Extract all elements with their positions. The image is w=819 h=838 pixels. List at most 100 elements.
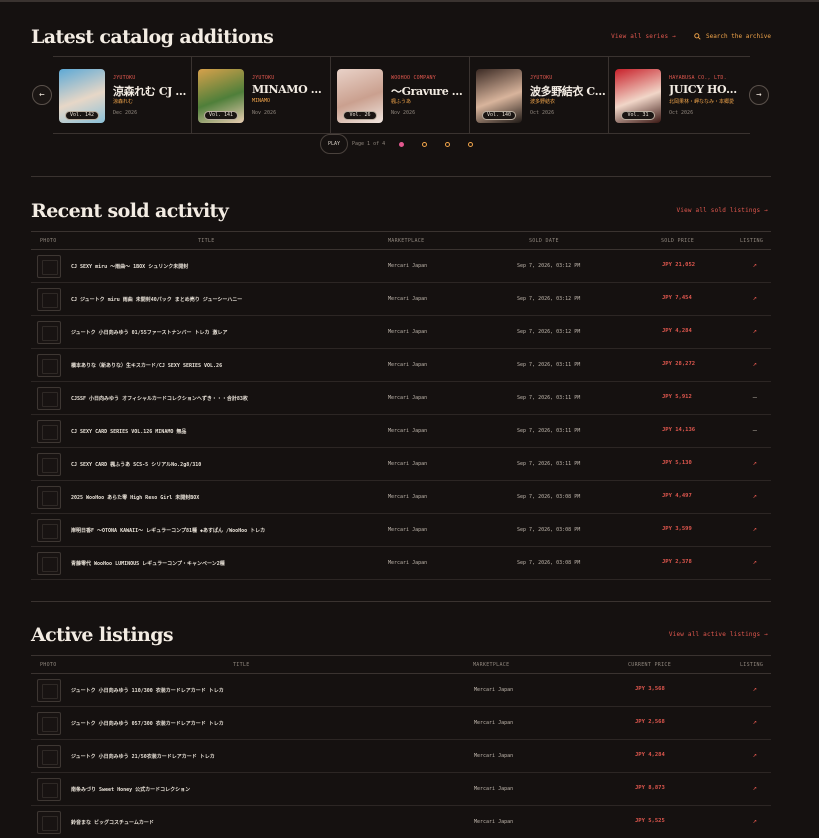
- col-marketplace: MARKETPLACE: [473, 662, 510, 668]
- item-current-price: JPY 2,568: [635, 719, 665, 725]
- card-date: Nov 2026: [252, 110, 277, 116]
- item-title: ジュートク 小日向みゆう 057/300 衣装カードレアカード トレカ: [71, 721, 224, 727]
- table-row: 橋本ありな（新ありな）生キスカード/CJ SEXY SERIES VOL.26 M…: [31, 349, 771, 382]
- catalog-next-button[interactable]: →: [749, 85, 769, 105]
- catalog-card[interactable]: Vol. 142 JYUTOKU 涼森れむ CJ SEXY涼森れむ Dec 2026: [53, 57, 192, 133]
- card-brand: JYUTOKU: [113, 75, 136, 81]
- page-dot-4[interactable]: [468, 141, 474, 147]
- col-title: TITLE: [233, 662, 250, 668]
- card-subtitle: 波多野結衣: [530, 99, 556, 105]
- item-sold-price: JPY 4,284: [662, 328, 692, 334]
- sold-table-header: PHOTO TITLE MARKETPLACE SOLD DATE SOLD P…: [31, 231, 771, 250]
- table-row: ジュートク 小日向みゆう 01/55ファーストナンバー トレカ 激レア Merca…: [31, 316, 771, 349]
- page-dot-2[interactable]: [422, 141, 428, 147]
- item-sold-date: Sep 7, 2026, 03:12 PM: [517, 296, 581, 302]
- catalog-card[interactable]: Vol. 140 JYUTOKU 波多野結衣 CJ SEXY波多野結衣 Oct 202…: [470, 57, 609, 133]
- col-marketplace: MARKETPLACE: [388, 238, 425, 244]
- carousel-pager: PLAY Page 1 of 4: [320, 134, 474, 154]
- card-date: Nov 2026: [391, 110, 416, 116]
- external-link-icon[interactable]: ↗: [753, 294, 757, 302]
- item-title: 岸明日香F 〜OTONA KAWAII〜 レギュラーコンプ81種 ◆あすぱん /…: [71, 528, 266, 534]
- section-divider: [31, 601, 771, 602]
- volume-badge: Vol. 142: [65, 111, 99, 120]
- col-title: TITLE: [198, 238, 215, 244]
- table-row: CJ SEXY CARD SERIES VOL.126 MINAMO 無品 Mer…: [31, 415, 771, 448]
- photo-placeholder: [37, 552, 61, 575]
- page-dot-1[interactable]: [399, 141, 405, 147]
- table-row: CJ ジュートク miru 雨曲 未開封40パック まとめ売り ジューシーハニー…: [31, 283, 771, 316]
- catalog-carousel: Vol. 142JYUTOKU涼森れむ CJ SEXY涼森れむDec 2026V…: [53, 56, 750, 134]
- item-marketplace: Mercari Japan: [388, 461, 428, 467]
- external-link-icon[interactable]: ↗: [753, 360, 757, 368]
- volume-badge: Vol. 31: [621, 111, 655, 120]
- item-sold-date: Sep 7, 2026, 03:12 PM: [517, 329, 581, 335]
- item-title: 2025 WooHoo あらた零 High Reso Girl 未開封BOX: [71, 495, 200, 501]
- item-marketplace: Mercari Japan: [388, 329, 428, 335]
- volume-badge: Vol. 26: [343, 111, 377, 120]
- arrow-right-icon: →: [756, 90, 762, 100]
- item-title: ジュートク 小日向みゆう 110/300 衣装カードレアカード トレカ: [71, 688, 224, 694]
- item-sold-price: JPY 4,497: [662, 493, 692, 499]
- item-sold-date: Sep 7, 2026, 03:08 PM: [517, 527, 581, 533]
- view-all-series-link[interactable]: View all series →: [611, 33, 676, 40]
- photo-placeholder: [37, 255, 61, 278]
- external-link-icon[interactable]: ↗: [753, 685, 757, 693]
- volume-badge: Vol. 141: [204, 111, 238, 120]
- table-row: CJSSF 小日向みゆう オフィシャルカードコレクションヘずき・・・合計83枚 M…: [31, 382, 771, 415]
- card-brand: WOOHOO COMPANY: [391, 75, 436, 81]
- external-link-icon[interactable]: ↗: [753, 718, 757, 726]
- cover-image: Vol. 142: [59, 69, 105, 123]
- external-link-icon[interactable]: ↗: [753, 751, 757, 759]
- card-title: 〜Gravure Memories〜: [391, 85, 467, 98]
- card-title: 波多野結衣 CJ SEXY: [530, 85, 606, 98]
- photo-placeholder: [37, 354, 61, 377]
- col-current-price: CURRENT PRICE: [628, 662, 672, 668]
- external-link-icon[interactable]: ↗: [753, 558, 757, 566]
- catalog-card[interactable]: Vol. 26 WOOHOO COMPANY 〜Gravure Memories〜楓…: [331, 57, 470, 133]
- page-dot-3[interactable]: [445, 141, 451, 147]
- external-link-icon[interactable]: ↗: [753, 327, 757, 335]
- sold-table: PHOTO TITLE MARKETPLACE SOLD DATE SOLD P…: [31, 231, 771, 580]
- photo-placeholder: [37, 778, 61, 801]
- external-link-icon[interactable]: ↗: [753, 817, 757, 825]
- item-marketplace: Mercari Japan: [388, 296, 428, 302]
- active-table: PHOTO TITLE MARKETPLACE CURRENT PRICE LI…: [31, 655, 771, 838]
- catalog-prev-button[interactable]: ←: [32, 85, 52, 105]
- play-button[interactable]: PLAY: [320, 134, 348, 154]
- col-listing: LISTING: [740, 238, 764, 244]
- col-photo: PHOTO: [40, 662, 57, 668]
- external-link-icon[interactable]: ↗: [753, 784, 757, 792]
- cover-image: Vol. 31: [615, 69, 661, 123]
- page-indicator: Page 1 of 4: [352, 141, 386, 147]
- external-link-icon[interactable]: ↗: [753, 525, 757, 533]
- item-title: CJSSF 小日向みゆう オフィシャルカードコレクションヘずき・・・合計83枚: [71, 396, 248, 402]
- item-title: 青藤零代 WooHoo LUMINOUS レギュラーコンプ・キャンペーン2種: [71, 561, 225, 567]
- item-title: 南条みづり Sweet Honey 公式カードコレクション: [71, 787, 191, 793]
- sold-title: Recent sold activity: [31, 200, 229, 222]
- item-title: CJ ジュートク miru 雨曲 未開封40パック まとめ売り ジューシーハニー: [71, 297, 243, 303]
- item-sold-date: Sep 7, 2026, 03:11 PM: [517, 395, 581, 401]
- item-current-price: JPY 3,568: [635, 686, 665, 692]
- external-link-icon[interactable]: ↗: [753, 261, 757, 269]
- item-title: 橋本ありな（新ありな）生キスカード/CJ SEXY SERIES VOL.26: [71, 363, 223, 369]
- table-row: ジュートク 小日向みゆう 057/300 衣装カードレアカード トレカ Merca…: [31, 707, 771, 740]
- item-marketplace: Mercari Japan: [388, 263, 428, 269]
- table-row: ジュートク 小日向みゆう 110/300 衣装カードレアカード トレカ Merca…: [31, 674, 771, 707]
- table-row: 青藤零代 WooHoo LUMINOUS レギュラーコンプ・キャンペーン2種 Me…: [31, 547, 771, 580]
- photo-placeholder: [37, 420, 61, 443]
- col-listing: LISTING: [740, 662, 764, 668]
- item-marketplace: Mercari Japan: [474, 753, 514, 759]
- card-subtitle: 涼森れむ: [113, 99, 134, 105]
- external-link-icon[interactable]: ↗: [753, 459, 757, 467]
- view-all-active-link[interactable]: View all active listings →: [669, 631, 768, 638]
- search-archive-link[interactable]: Search the archive: [694, 33, 771, 40]
- item-sold-price: JPY 3,599: [662, 526, 692, 532]
- photo-placeholder: [37, 387, 61, 410]
- sold-header: Recent sold activity View all sold listi…: [31, 200, 771, 228]
- catalog-card[interactable]: Vol. 31 HAYABUSA CO., LTD. JUICY HONEY PLU…: [609, 57, 748, 133]
- view-all-sold-link[interactable]: View all sold listings →: [677, 207, 769, 214]
- external-link-icon[interactable]: ↗: [753, 492, 757, 500]
- photo-placeholder: [37, 519, 61, 542]
- catalog-card[interactable]: Vol. 141 JYUTOKU MINAMO CJ SEXY MINAMO Nov 2…: [192, 57, 331, 133]
- card-brand: JYUTOKU: [530, 75, 553, 81]
